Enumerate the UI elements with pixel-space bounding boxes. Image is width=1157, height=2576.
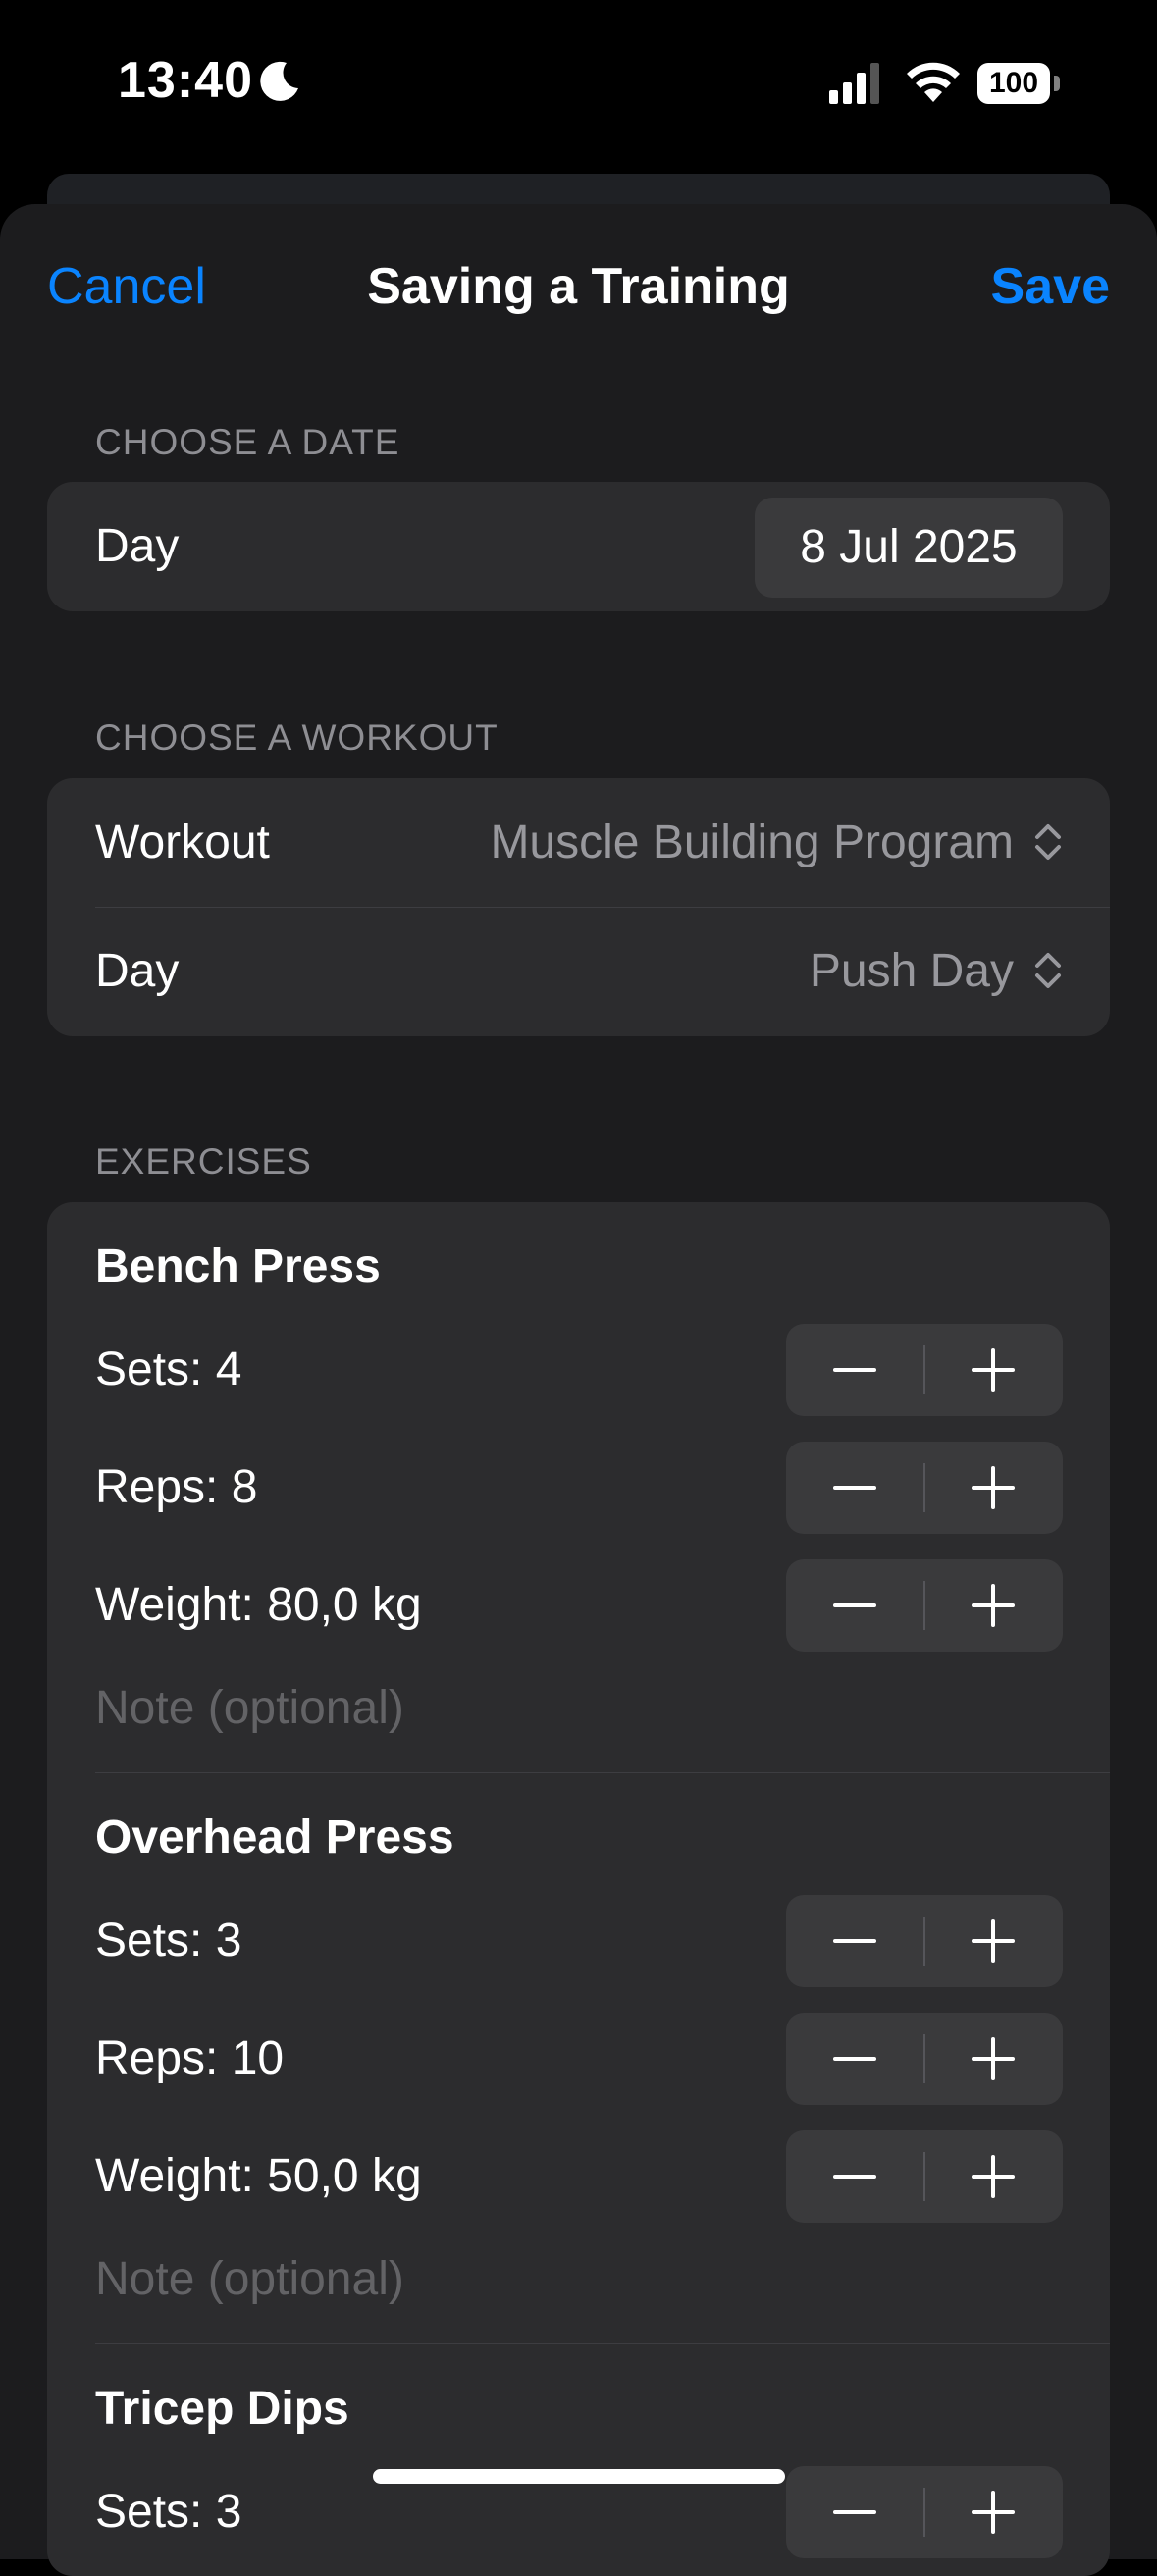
chevron-updown-icon xyxy=(1035,824,1061,860)
exercise-name: Bench Press xyxy=(95,1240,381,1292)
weight-stepper xyxy=(786,1559,1063,1652)
note-input[interactable]: Note (optional) xyxy=(95,2252,404,2306)
minus-icon[interactable] xyxy=(786,2466,924,2558)
date-group: Day 8 Jul 2025 xyxy=(47,482,1110,611)
sets-stepper xyxy=(786,1324,1063,1416)
date-picker-button[interactable]: 8 Jul 2025 xyxy=(755,498,1063,598)
plus-icon[interactable] xyxy=(924,2013,1063,2105)
plus-icon[interactable] xyxy=(924,2466,1063,2558)
minus-icon[interactable] xyxy=(786,1895,924,1987)
home-indicator[interactable] xyxy=(373,2469,785,2484)
row-separator xyxy=(95,2343,1110,2344)
reps-label: Reps: 10 xyxy=(95,2032,285,2084)
battery-tip xyxy=(1054,76,1060,91)
weight-stepper xyxy=(786,2130,1063,2223)
exercises-group: Bench Press Sets: 4 Reps: 8 Weight: 80,0… xyxy=(47,1202,1110,2576)
exercise-name: Tricep Dips xyxy=(95,2383,349,2435)
workout-row-label: Workout xyxy=(95,816,270,868)
reps-stepper xyxy=(786,2013,1063,2105)
date-row-label: Day xyxy=(95,520,180,572)
plus-icon[interactable] xyxy=(924,1559,1063,1652)
minus-icon[interactable] xyxy=(786,1559,924,1652)
battery-icon: 100 xyxy=(977,63,1060,104)
reps-label: Reps: 8 xyxy=(95,1461,258,1513)
minus-icon[interactable] xyxy=(786,2013,924,2105)
sets-label: Sets: 3 xyxy=(95,1915,242,1967)
workout-group: Workout Muscle Building Program Day Push… xyxy=(47,778,1110,1036)
sets-label: Sets: 3 xyxy=(95,2486,242,2538)
moon-icon xyxy=(260,61,298,101)
minus-icon[interactable] xyxy=(786,1324,924,1416)
note-input[interactable]: Note (optional) xyxy=(95,1681,404,1735)
status-time: 13:40 xyxy=(118,52,253,109)
weight-label: Weight: 50,0 kg xyxy=(95,2150,422,2202)
day-row-label: Day xyxy=(95,945,180,997)
save-button[interactable]: Save xyxy=(991,257,1110,316)
battery-level: 100 xyxy=(977,63,1050,104)
sets-label: Sets: 4 xyxy=(95,1343,242,1395)
date-section-header: CHOOSE A DATE xyxy=(95,422,400,462)
minus-icon[interactable] xyxy=(786,1442,924,1534)
status-bar: 13:40 100 xyxy=(0,0,1157,172)
weight-label: Weight: 80,0 kg xyxy=(95,1579,422,1631)
plus-icon[interactable] xyxy=(924,1324,1063,1416)
workout-section-header: CHOOSE A WORKOUT xyxy=(95,717,499,758)
exercises-section-header: EXERCISES xyxy=(95,1141,312,1182)
page-title: Saving a Training xyxy=(367,258,790,315)
plus-icon[interactable] xyxy=(924,2130,1063,2223)
day-picker-value: Push Day xyxy=(809,945,1014,997)
row-separator xyxy=(95,1772,1110,1773)
sets-stepper xyxy=(786,2466,1063,2558)
workout-picker-row[interactable]: Workout Muscle Building Program xyxy=(47,778,1110,907)
wifi-icon xyxy=(907,62,960,102)
workout-picker-value: Muscle Building Program xyxy=(490,816,1014,868)
plus-icon[interactable] xyxy=(924,1442,1063,1534)
minus-icon[interactable] xyxy=(786,2130,924,2223)
chevron-updown-icon xyxy=(1035,953,1061,988)
exercise-name: Overhead Press xyxy=(95,1812,454,1864)
plus-icon[interactable] xyxy=(924,1895,1063,1987)
signal-icon xyxy=(829,63,879,104)
sets-stepper xyxy=(786,1895,1063,1987)
reps-stepper xyxy=(786,1442,1063,1534)
day-picker-row[interactable]: Day Push Day xyxy=(47,908,1110,1036)
